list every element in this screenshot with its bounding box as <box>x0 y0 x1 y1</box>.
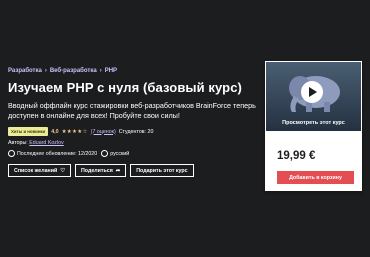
globe-icon <box>101 150 109 157</box>
authors-label: Авторы: <box>8 140 28 146</box>
preview-label: Просмотреть этот курс <box>282 120 345 126</box>
play-button[interactable] <box>301 81 323 103</box>
purchase-card: Просмотреть этот курс 19,99 € Добавить в… <box>265 61 362 191</box>
course-preview[interactable]: Просмотреть этот курс <box>266 62 361 131</box>
course-meta: Хиты и новинки 4,0 ★★★★☆ (7 оценок) Студ… <box>8 127 153 136</box>
action-buttons: Список желаний ♡ Поделиться ➦ Подарить э… <box>8 164 194 177</box>
course-title: Изучаем PHP с нуля (базовый курс) <box>8 80 242 95</box>
course-price: 19,99 € <box>277 150 316 162</box>
chevron-right-icon: › <box>99 68 102 74</box>
updated-text: Последнее обновление: 12/2020 <box>17 150 98 157</box>
share-arrow-icon: ➦ <box>115 167 121 174</box>
rating-value: 4,0 <box>51 128 59 135</box>
chevron-right-icon: › <box>44 68 47 74</box>
author-link[interactable]: Eduard Kozlov <box>29 140 63 146</box>
course-subtitle: Вводный оффлайн курс стажировки веб-разр… <box>8 101 256 120</box>
alert-icon <box>8 150 15 157</box>
wishlist-label: Список желаний <box>14 167 58 174</box>
share-label: Поделиться <box>81 167 113 174</box>
breadcrumb-item-development[interactable]: Разработка <box>8 68 42 74</box>
course-info: Последнее обновление: 12/2020 русский <box>8 150 129 157</box>
update-info: Последнее обновление: 12/2020 <box>8 150 97 157</box>
language-text: русский <box>110 150 130 157</box>
heart-icon: ♡ <box>60 167 65 174</box>
breadcrumb-item-php[interactable]: PHP <box>105 68 117 74</box>
share-button[interactable]: Поделиться ➦ <box>75 164 127 177</box>
reviews-link[interactable]: (7 оценок) <box>91 129 116 135</box>
rating-stars-icon: ★★★★☆ <box>61 128 88 135</box>
bestseller-badge: Хиты и новинки <box>8 127 49 136</box>
authors-line: Авторы: Eduard Kozlov <box>8 140 64 146</box>
gift-button[interactable]: Подарить этот курс <box>130 164 194 177</box>
gift-label: Подарить этот курс <box>136 167 188 174</box>
breadcrumb-item-web-development[interactable]: Веб-разработка <box>50 68 97 74</box>
breadcrumb: Разработка › Веб-разработка › PHP <box>8 68 117 74</box>
add-to-cart-button[interactable]: Добавить в корзину <box>277 171 354 184</box>
students-count: Студентов: 20 <box>118 128 154 135</box>
language-info: русский <box>101 150 129 157</box>
wishlist-button[interactable]: Список желаний ♡ <box>8 164 71 177</box>
play-icon <box>309 87 317 97</box>
